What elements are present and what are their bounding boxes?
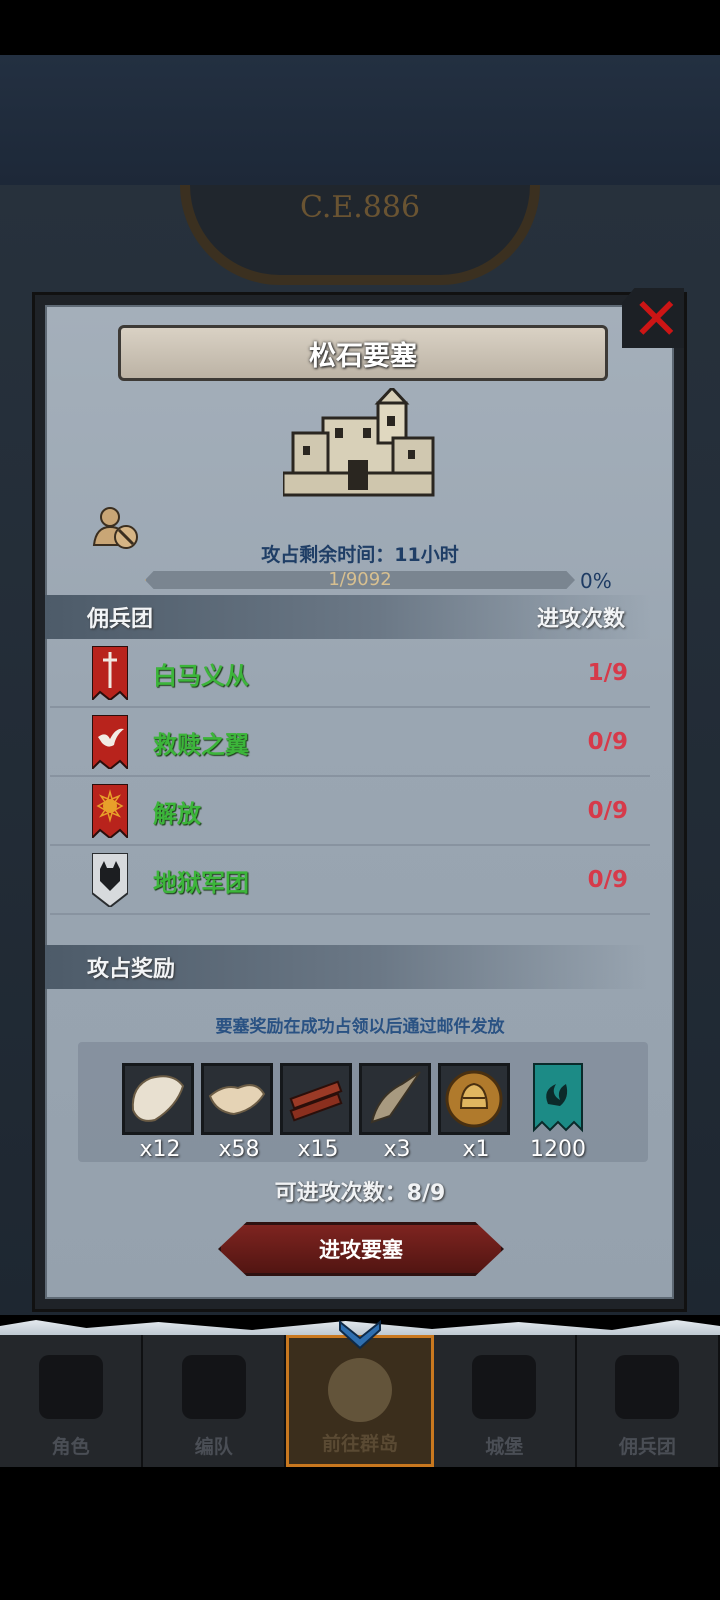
reward-quantity: x3: [383, 1137, 411, 1162]
mercenary-name: 救赎之翼: [153, 730, 249, 759]
nav-label: 编队: [194, 1436, 233, 1458]
mercenary-section-header: 佣兵团 进攻次数: [45, 595, 650, 639]
dialog-title: 松石要塞: [309, 340, 417, 372]
progress-percent: 0%: [580, 569, 612, 593]
time-value: 11小时: [394, 544, 459, 566]
sunburst-banner-icon: [92, 784, 128, 838]
reward-quantity: x15: [297, 1137, 339, 1162]
wood-planks-icon: [289, 1080, 343, 1122]
horn-icon: [370, 1071, 421, 1124]
mercenary-header-label: 佣兵团: [87, 607, 154, 632]
background-top: [0, 55, 720, 185]
nav-tab-castle[interactable]: 城堡: [433, 1335, 577, 1467]
mercenary-icon: [615, 1355, 680, 1419]
reward-slot[interactable]: [201, 1063, 273, 1135]
era-label: C.E.886: [299, 190, 421, 225]
nav-tab-islands[interactable]: 前往群岛: [286, 1320, 434, 1467]
nav-label: 佣兵团: [618, 1436, 676, 1458]
reward-slot[interactable]: [280, 1063, 352, 1135]
nav-tab-formation[interactable]: 编队: [143, 1335, 287, 1467]
reward-header-label: 攻占奖励: [87, 957, 176, 982]
reward-section-header: 攻占奖励: [45, 945, 650, 989]
helmet-coin-icon: [445, 1070, 503, 1128]
bottom-bar: [0, 1467, 720, 1600]
nav-tab-character[interactable]: 角色: [0, 1335, 144, 1467]
mercenary-attack-count: 0/9: [587, 798, 628, 824]
remaining-attempts: 可进攻次数：8/9: [274, 1181, 446, 1206]
helmet-icon: [181, 1355, 246, 1419]
reward-quantity: 1200: [530, 1137, 586, 1162]
mercenary-row[interactable]: 白马义从 1/9: [50, 640, 650, 708]
reward-note: 要塞奖励在成功占领以后通过邮件发放: [215, 1017, 505, 1037]
castle-nav-icon: [472, 1355, 537, 1419]
mercenary-name: 地狱军团: [153, 868, 249, 897]
attack-count-header-label: 进攻次数: [536, 607, 625, 632]
reward-slot[interactable]: [359, 1063, 431, 1135]
nav-tab-mercenaries[interactable]: 佣兵团: [576, 1335, 720, 1467]
guild-flag-slot[interactable]: [530, 1060, 586, 1136]
nav-label: 城堡: [485, 1436, 524, 1458]
close-icon[interactable]: ✕: [632, 290, 681, 348]
leather-hide-icon: [208, 1084, 266, 1116]
attack-fortress-label: 进攻要塞: [319, 1238, 403, 1262]
attack-fortress-button[interactable]: 进攻要塞: [218, 1222, 504, 1276]
mercenary-attack-count: 0/9: [587, 729, 628, 755]
knight-icon: [38, 1355, 103, 1419]
chevron-down-icon: [339, 1320, 381, 1350]
reward-quantity: x1: [462, 1137, 490, 1162]
mercenary-attack-count: 0/9: [587, 867, 628, 893]
castle-icon: [283, 388, 435, 497]
reward-slot[interactable]: [122, 1063, 194, 1135]
reward-quantity: x12: [139, 1137, 181, 1162]
mercenary-row[interactable]: 救赎之翼 0/9: [50, 709, 650, 777]
mercenary-row[interactable]: 地狱军团 0/9: [50, 847, 650, 915]
mercenary-name: 白马义从: [153, 661, 249, 690]
nav-label: 前往群岛: [322, 1433, 399, 1455]
sword-banner-icon: [92, 646, 128, 700]
remaining-time: 攻占剩余时间：11小时: [0, 540, 720, 567]
status-bar: [0, 0, 720, 55]
mercenary-name: 解放: [153, 799, 201, 828]
reward-quantity: x58: [218, 1137, 260, 1162]
bird-banner-icon: [92, 715, 128, 769]
time-label: 攻占剩余时间：: [261, 544, 395, 566]
progress-text: 1/9092: [328, 569, 392, 590]
mercenary-row[interactable]: 解放 0/9: [50, 778, 650, 846]
nav-label: 角色: [51, 1436, 90, 1458]
title-plate: 松石要塞: [118, 325, 608, 381]
wolf-banner-icon: [92, 853, 128, 907]
reward-slot[interactable]: [438, 1063, 510, 1135]
bottom-navigation: 角色 编队 前往群岛 城堡 佣兵团: [0, 1320, 720, 1467]
guild-flag-icon: [533, 1063, 583, 1133]
compass-icon: [328, 1358, 392, 1422]
fur-pelt-icon: [131, 1075, 185, 1122]
mercenary-attack-count: 1/9: [587, 660, 628, 686]
